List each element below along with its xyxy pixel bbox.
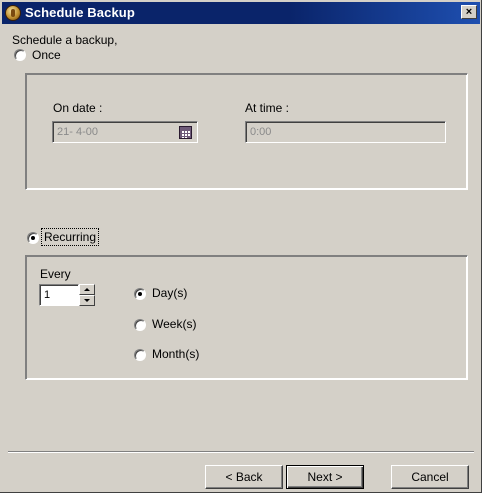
next-button[interactable]: Next > bbox=[286, 465, 364, 489]
time-field[interactable]: 0:00 bbox=[245, 121, 446, 143]
interval-input[interactable]: 1 bbox=[39, 284, 79, 306]
on-date-label: On date : bbox=[53, 101, 103, 115]
unit-label-weeks[interactable]: Week(s) bbox=[152, 317, 196, 331]
every-label: Every bbox=[40, 267, 71, 281]
at-time-label: At time : bbox=[245, 101, 290, 115]
recurring-label[interactable]: Recurring bbox=[40, 228, 100, 246]
window-title: Schedule Backup bbox=[25, 5, 135, 20]
unit-radio-days[interactable] bbox=[134, 288, 146, 300]
unit-label-days[interactable]: Day(s) bbox=[152, 286, 187, 300]
once-group-box: On date : 21- 4-00 At time : 0:00 bbox=[25, 73, 468, 190]
title-bar[interactable]: Schedule Backup × bbox=[2, 2, 480, 24]
calendar-icon[interactable] bbox=[179, 126, 192, 139]
spin-up-icon[interactable] bbox=[79, 284, 95, 295]
once-label[interactable]: Once bbox=[32, 48, 61, 62]
date-field[interactable]: 21- 4-00 bbox=[52, 121, 198, 143]
back-button[interactable]: < Back bbox=[205, 465, 283, 489]
schedule-backup-dialog: Schedule Backup × Schedule a backup, Onc… bbox=[0, 0, 482, 493]
cancel-button[interactable]: Cancel bbox=[391, 465, 469, 489]
close-button[interactable]: × bbox=[461, 5, 477, 19]
interval-spinner[interactable] bbox=[79, 284, 95, 306]
unit-label-months[interactable]: Month(s) bbox=[152, 347, 199, 361]
unit-radio-months[interactable] bbox=[134, 349, 146, 361]
spin-down-icon[interactable] bbox=[79, 295, 95, 306]
unit-radio-weeks[interactable] bbox=[134, 319, 146, 331]
recurring-radio[interactable] bbox=[27, 232, 39, 244]
once-radio[interactable] bbox=[14, 49, 26, 61]
schedule-prompt: Schedule a backup, bbox=[12, 33, 118, 47]
recurring-group-box: Every 1 Day(s) Week(s) Month(s) bbox=[25, 255, 468, 380]
button-separator bbox=[8, 451, 474, 453]
backup-app-icon bbox=[5, 5, 21, 21]
